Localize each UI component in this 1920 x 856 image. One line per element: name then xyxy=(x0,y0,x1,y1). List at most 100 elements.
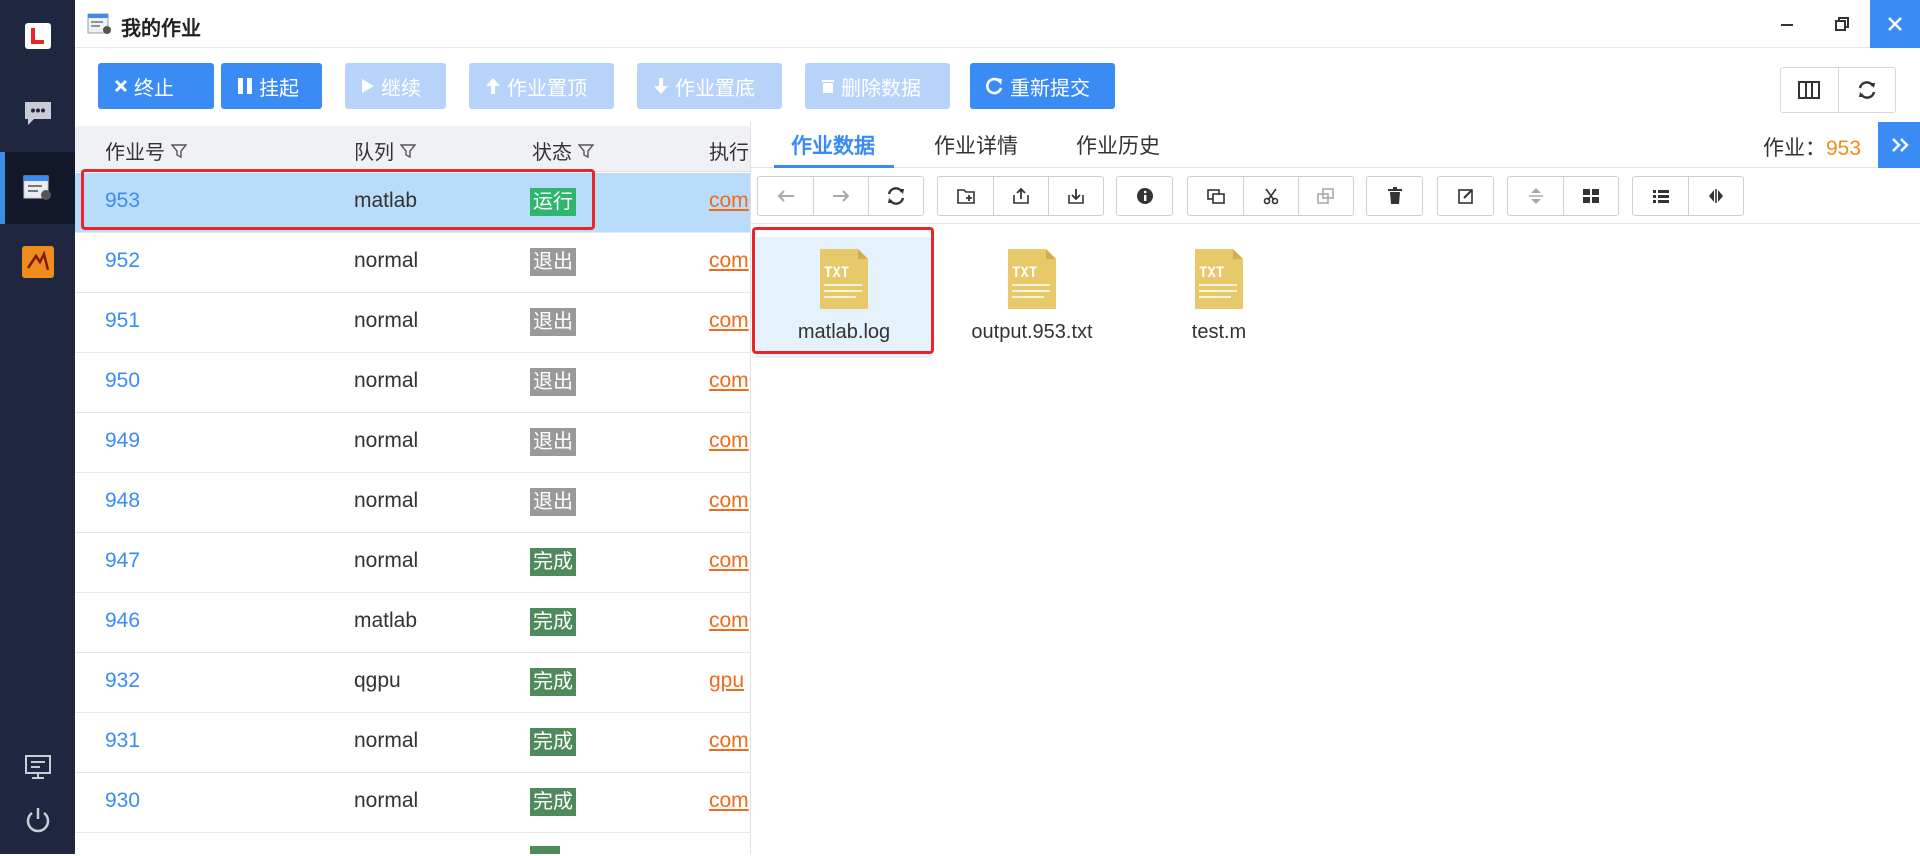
table-row[interactable]: 951 normal 退出 com xyxy=(75,293,750,353)
exec-link[interactable]: com xyxy=(709,549,749,573)
exec-link[interactable]: com xyxy=(709,729,749,753)
file-item-test-m[interactable]: TXT test.m xyxy=(1131,237,1307,358)
move-top-button[interactable]: 作业置顶 xyxy=(469,63,614,109)
tab-job-data[interactable]: 作业数据 xyxy=(791,130,875,160)
new-folder-button[interactable] xyxy=(938,177,993,215)
rename-button[interactable] xyxy=(1438,177,1493,215)
exec-link[interactable]: com xyxy=(709,789,749,813)
table-row[interactable]: 947 normal 完成 com xyxy=(75,533,750,593)
table-row[interactable]: 949 normal 退出 com xyxy=(75,413,750,473)
trash-icon xyxy=(822,80,834,93)
delete-button[interactable] xyxy=(1367,177,1422,215)
matlab-icon[interactable] xyxy=(0,226,75,298)
list-view-button[interactable] xyxy=(1633,177,1688,215)
job-id[interactable]: 932 xyxy=(105,669,140,693)
resume-label: 继续 xyxy=(381,77,421,100)
suspend-button[interactable]: 挂起 xyxy=(221,63,322,109)
sort-button[interactable] xyxy=(1508,177,1563,215)
table-row[interactable]: 948 normal 退出 com xyxy=(75,473,750,533)
logo-icon[interactable] xyxy=(0,0,75,72)
job-id[interactable]: 947 xyxy=(105,549,140,573)
exec-link[interactable]: com xyxy=(709,609,749,633)
job-id[interactable]: 952 xyxy=(105,249,140,273)
job-id[interactable]: 931 xyxy=(105,729,140,753)
delete-data-button[interactable]: 删除数据 xyxy=(805,63,950,109)
header-exec-label: 执行 xyxy=(709,142,749,164)
exec-link[interactable]: com xyxy=(709,369,749,393)
arrow-down-icon xyxy=(654,78,668,94)
refresh-icon xyxy=(1858,81,1875,99)
back-button[interactable] xyxy=(758,177,813,215)
job-id[interactable]: 949 xyxy=(105,429,140,453)
exec-link[interactable]: com xyxy=(709,249,749,273)
collapse-panel-button[interactable] xyxy=(1878,122,1920,168)
columns-button[interactable] xyxy=(1781,68,1838,112)
table-row[interactable]: 950 normal 退出 com xyxy=(75,353,750,413)
header-exec[interactable]: 执行 xyxy=(709,136,749,165)
header-queue[interactable]: 队列 xyxy=(354,136,416,165)
view-tools xyxy=(1780,67,1896,113)
job-queue: normal xyxy=(354,729,419,752)
table-row[interactable]: 946 matlab 完成 com xyxy=(75,593,750,653)
paste-button[interactable] xyxy=(1298,177,1353,215)
exec-link[interactable]: com xyxy=(709,189,749,213)
window-title: 我的作业 xyxy=(121,18,201,40)
table-row[interactable]: 930 normal 完成 com xyxy=(75,773,750,833)
job-id[interactable]: 930 xyxy=(105,789,140,813)
minimize-button[interactable] xyxy=(1762,0,1812,48)
resubmit-button[interactable]: 重新提交 xyxy=(970,63,1115,109)
resume-button[interactable]: 继续 xyxy=(345,63,446,109)
download-icon xyxy=(1068,189,1084,204)
job-queue: normal xyxy=(354,489,419,512)
panel-tabs: 作业数据 作业详情 作业历史 作业：953 xyxy=(751,122,1920,168)
close-button[interactable] xyxy=(1870,0,1920,48)
jobs-icon[interactable] xyxy=(0,152,75,224)
copy-icon xyxy=(1206,189,1225,204)
copy-button[interactable] xyxy=(1188,177,1243,215)
job-id[interactable]: 950 xyxy=(105,369,140,393)
header-status[interactable]: 状态 xyxy=(532,136,594,165)
selected-file-highlight xyxy=(752,227,934,354)
rename-icon xyxy=(1457,189,1473,204)
filter-icon[interactable] xyxy=(578,143,594,159)
upload-button[interactable] xyxy=(993,177,1048,215)
status-badge: 完成 xyxy=(530,668,576,696)
clipboard-group xyxy=(1187,176,1354,216)
header-job-id-label: 作业号 xyxy=(105,142,165,164)
exec-link[interactable]: com xyxy=(709,429,749,453)
refresh-button[interactable] xyxy=(1837,68,1896,112)
table-row[interactable]: 932 qgpu 完成 gpu xyxy=(75,653,750,713)
window-app-icon xyxy=(87,12,113,36)
job-id[interactable]: 951 xyxy=(105,309,140,333)
chat-icon[interactable] xyxy=(0,77,75,149)
job-id[interactable]: 948 xyxy=(105,489,140,513)
exec-link[interactable]: gpu xyxy=(709,669,744,693)
move-bottom-button[interactable]: 作业置底 xyxy=(637,63,782,109)
job-id[interactable]: 946 xyxy=(105,609,140,633)
info-button[interactable] xyxy=(1117,177,1172,215)
filter-icon[interactable] xyxy=(400,143,416,159)
restore-button[interactable] xyxy=(1817,0,1867,48)
power-icon[interactable] xyxy=(0,784,75,856)
terminate-button[interactable]: 终止 xyxy=(98,63,214,109)
table-row[interactable]: 931 normal 完成 com xyxy=(75,713,750,773)
tab-job-details[interactable]: 作业详情 xyxy=(934,130,1018,160)
status-badge: 退出 xyxy=(530,368,576,396)
header-job-id[interactable]: 作业号 xyxy=(105,136,187,165)
terminate-label: 终止 xyxy=(134,77,174,100)
grid-view-icon xyxy=(1583,189,1599,203)
tab-job-history[interactable]: 作业历史 xyxy=(1076,130,1160,160)
filter-icon[interactable] xyxy=(171,143,187,159)
grid-view-button[interactable] xyxy=(1563,177,1618,215)
exec-link[interactable]: com xyxy=(709,489,749,513)
table-row[interactable]: 952 normal 退出 com xyxy=(75,233,750,293)
download-button[interactable] xyxy=(1048,177,1103,215)
file-name: output.953.txt xyxy=(971,321,1093,343)
cut-button[interactable] xyxy=(1243,177,1298,215)
layout-group xyxy=(1632,176,1744,216)
exec-link[interactable]: com xyxy=(709,309,749,333)
file-item-output[interactable]: TXT output.953.txt xyxy=(944,237,1120,358)
split-button[interactable] xyxy=(1688,177,1743,215)
forward-button[interactable] xyxy=(813,177,868,215)
reload-button[interactable] xyxy=(868,177,923,215)
